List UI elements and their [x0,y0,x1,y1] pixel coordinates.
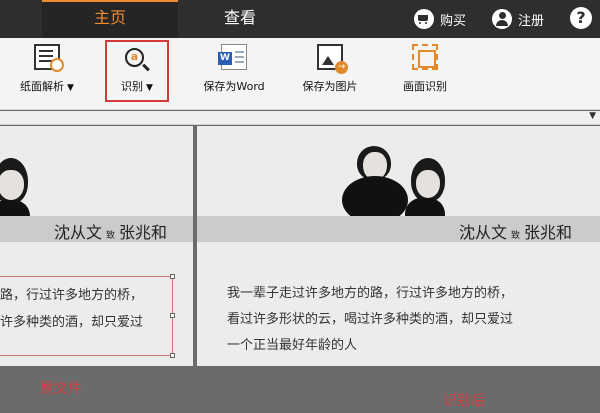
register-button[interactable]: 注册 [492,7,544,31]
buy-label: 购买 [440,13,467,29]
original-text-line: 许多种类的酒，却只爱过 [0,315,144,330]
save-image-button[interactable]: 保存为图片 [290,44,370,104]
save-word-icon [218,44,247,70]
recognized-document-pane[interactable]: 沈从文致张兆和 我一辈子走过许多地方的路，行过许多地方的桥， 看过许多形状的云，… [197,126,600,366]
save-image-icon [317,44,348,74]
recognize-icon: a [125,48,149,72]
tab-home[interactable]: 主页 [42,0,178,38]
selection-handle[interactable] [170,353,175,358]
save-word-button[interactable]: 保存为Word [194,44,274,104]
portrait-face [416,170,440,198]
original-document-pane[interactable]: 沈从文致张兆和 路，行过许多地方的桥， 许多种类的酒，却只爱过 [0,126,193,366]
help-icon[interactable]: ? [570,7,592,29]
cart-icon [414,9,434,29]
recognized-caption: 识别后 [443,393,485,409]
user-icon [492,9,512,29]
names-title: 沈从文致张兆和 [54,223,168,242]
screen-recognize-label: 画面识别 [403,80,447,93]
selection-handle[interactable] [170,313,175,318]
original-text-line: 路，行过许多地方的桥， [0,288,144,303]
save-image-label: 保存为图片 [302,80,358,93]
recognized-text-line: 一个正当最好年龄的人 [227,338,358,353]
tab-view[interactable]: 查看 [190,0,290,38]
toolbar-collapse-bar: ▼ [0,111,600,125]
page-analysis-label: 纸面解析 ▼ [20,80,74,93]
register-label: 注册 [518,13,545,29]
recognize-button[interactable]: a 识别 ▼ [105,40,169,102]
original-file-caption: 原文件 [40,381,82,397]
save-word-label: 保存为Word [203,80,265,93]
ribbon-toolbar: 纸面解析▼ a 识别▼ 保存为Word 保存为图片 画面识别 [0,38,600,110]
screen-recognize-icon [412,44,438,70]
top-nav-bar: 主页 查看 购买 注册 ? [0,0,600,38]
buy-button[interactable]: 购买 [414,7,466,31]
recognize-label: 识别 ▼ [121,80,153,93]
recognized-text-line: 看过许多形状的云，喝过许多种类的酒，却只爱过 [227,312,514,327]
selection-handle[interactable] [170,274,175,279]
collapse-caret-icon[interactable]: ▼ [589,111,596,121]
recognized-text-line: 我一辈子走过许多地方的路，行过许多地方的桥， [227,286,514,301]
page-analysis-button[interactable]: 纸面解析 ▼ [7,44,87,104]
page-analysis-icon [34,44,64,72]
screen-recognize-button[interactable]: 画面识别 [385,44,465,104]
names-title: 沈从文致张兆和 [459,223,573,242]
